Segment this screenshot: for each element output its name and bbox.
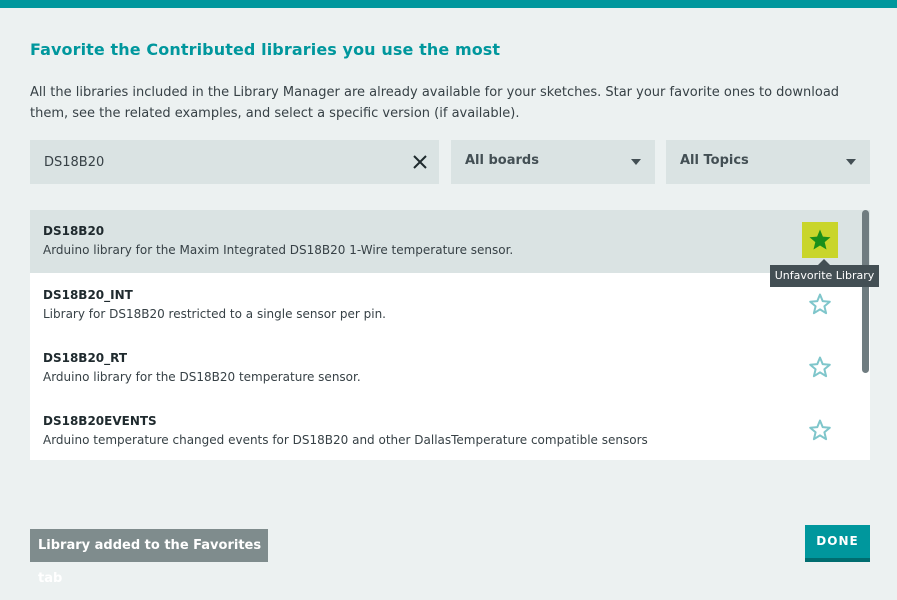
topics-filter-label: All Topics	[680, 153, 749, 168]
library-row[interactable]: DS18B20 Arduino library for the Maxim In…	[30, 210, 870, 273]
chevron-down-icon	[631, 159, 641, 165]
list-scrollbar[interactable]	[862, 210, 869, 373]
favorite-toggle-button[interactable]	[802, 412, 838, 448]
dialog-title: Favorite the Contributed libraries you u…	[30, 40, 501, 59]
top-accent-bar	[0, 0, 897, 8]
star-outline-icon	[809, 293, 831, 315]
library-name: DS18B20	[43, 224, 105, 238]
library-row[interactable]: DS18B20_RT Arduino library for the DS18B…	[30, 337, 870, 400]
favorite-toggle-button[interactable]	[802, 349, 838, 385]
boards-filter-label: All boards	[465, 153, 539, 168]
library-row[interactable]: DS18B20EVENTS Arduino temperature change…	[30, 400, 870, 460]
chevron-down-icon	[846, 159, 856, 165]
star-outline-icon	[809, 419, 831, 441]
topics-filter-dropdown[interactable]: All Topics	[666, 140, 870, 184]
search-box	[30, 140, 439, 184]
library-name: DS18B20_INT	[43, 288, 133, 302]
star-outline-icon	[809, 356, 831, 378]
star-filled-icon	[809, 229, 831, 250]
done-button[interactable]: DONE	[805, 525, 870, 562]
notification-toast: Library added to the Favorites tab	[30, 529, 268, 586]
library-description: Arduino library for the Maxim Integrated…	[43, 243, 514, 257]
library-name: DS18B20_RT	[43, 351, 128, 365]
favorite-toggle-button[interactable]	[802, 222, 838, 258]
library-name: DS18B20EVENTS	[43, 414, 157, 428]
dialog-description: All the libraries included in the Librar…	[30, 85, 840, 121]
library-description: Library for DS18B20 restricted to a sing…	[43, 307, 386, 321]
search-input[interactable]	[30, 140, 400, 184]
close-icon[interactable]	[411, 153, 429, 171]
library-description: Arduino library for the DS18B20 temperat…	[43, 370, 361, 384]
library-row[interactable]: DS18B20_INT Library for DS18B20 restrict…	[30, 274, 870, 337]
unfavorite-tooltip: Unfavorite Library	[770, 259, 879, 287]
library-description: Arduino temperature changed events for D…	[43, 433, 648, 447]
boards-filter-dropdown[interactable]: All boards	[451, 140, 655, 184]
favorite-toggle-button[interactable]	[802, 286, 838, 322]
library-list: DS18B20 Arduino library for the Maxim In…	[30, 210, 870, 460]
